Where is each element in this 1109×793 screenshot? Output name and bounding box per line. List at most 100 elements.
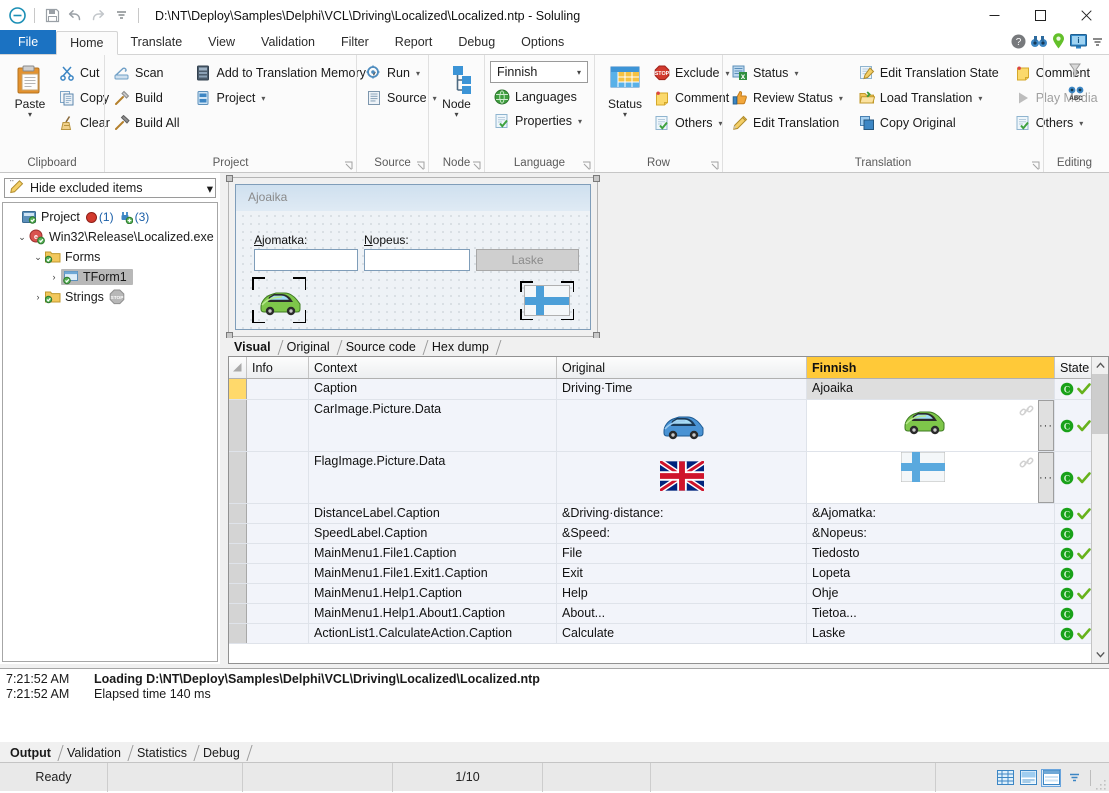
cell-context[interactable]: MainMenu1.File1.Exit1.Caption bbox=[309, 564, 557, 583]
column-header-finnish[interactable]: Finnish bbox=[807, 357, 1055, 378]
minimize-button[interactable] bbox=[971, 0, 1017, 30]
view-options-caret-icon[interactable] bbox=[1064, 769, 1084, 787]
column-header-state[interactable]: State bbox=[1055, 357, 1091, 378]
cell-context[interactable]: FlagImage.Picture.Data bbox=[309, 452, 557, 503]
table-row[interactable]: CarImage.Picture.Data ··· C bbox=[229, 400, 1091, 452]
cell-context[interactable]: DistanceLabel.Caption bbox=[309, 504, 557, 523]
cell-context[interactable]: CarImage.Picture.Data bbox=[309, 400, 557, 451]
speed-label[interactable]: Nopeus: bbox=[364, 233, 409, 247]
cell-context[interactable]: MainMenu1.Help1.Caption bbox=[309, 584, 557, 603]
tree-node-project[interactable]: Project (1) (3) bbox=[5, 207, 215, 227]
table-row[interactable]: DistanceLabel.Caption &Driving·distance:… bbox=[229, 504, 1091, 524]
distance-edit[interactable] bbox=[254, 249, 358, 271]
load-translation-caret-icon[interactable]: ▾ bbox=[978, 94, 982, 103]
cell-original-image[interactable] bbox=[557, 452, 807, 503]
table-row[interactable]: MainMenu1.File1.Exit1.Caption Exit Lopet… bbox=[229, 564, 1091, 584]
languages-button[interactable]: Languages bbox=[490, 85, 583, 109]
cell-original[interactable]: File bbox=[557, 544, 807, 563]
translation-status-caret-icon[interactable]: ▾ bbox=[794, 69, 798, 78]
cell-translation[interactable]: Tietoa... bbox=[807, 604, 1055, 623]
source-dialog-launcher-icon[interactable] bbox=[416, 160, 426, 170]
tab-output[interactable]: Output bbox=[4, 744, 61, 762]
resize-grip-tl[interactable] bbox=[226, 175, 233, 182]
scroll-up-button[interactable] bbox=[1092, 357, 1108, 374]
cell-context[interactable]: SpeedLabel.Caption bbox=[309, 524, 557, 543]
row-selector[interactable] bbox=[229, 544, 247, 563]
cell-info[interactable] bbox=[247, 604, 309, 623]
node-caret-icon[interactable]: ▾ bbox=[454, 111, 458, 119]
translation-dialog-launcher-icon[interactable] bbox=[1031, 160, 1041, 170]
row-selector[interactable] bbox=[229, 624, 247, 643]
ribbon-tab-report[interactable]: Report bbox=[382, 30, 446, 54]
cell-state[interactable]: C bbox=[1055, 400, 1091, 451]
cell-state[interactable]: C bbox=[1055, 584, 1091, 603]
vcl-form[interactable]: Ajoaika Ajomatka: Nopeus: Laske bbox=[235, 184, 591, 330]
help-icon[interactable]: ? bbox=[1011, 34, 1026, 52]
node-dialog-launcher-icon[interactable] bbox=[472, 160, 482, 170]
scroll-track[interactable] bbox=[1092, 434, 1108, 646]
project-caret-icon[interactable]: ▾ bbox=[261, 94, 265, 103]
row-selector[interactable] bbox=[229, 584, 247, 603]
ribbon-tab-validation[interactable]: Validation bbox=[248, 30, 328, 54]
tree-node-tform1[interactable]: › TForm1 bbox=[5, 267, 215, 287]
hide-excluded-items-select[interactable]: Hide excluded items ▾ bbox=[4, 178, 216, 198]
cell-translation-image[interactable]: ··· bbox=[807, 400, 1055, 451]
row-selector[interactable] bbox=[229, 400, 247, 451]
cell-state[interactable]: C bbox=[1055, 624, 1091, 643]
translation-status-button[interactable]: x Status ▾ bbox=[728, 61, 849, 85]
cell-info[interactable] bbox=[247, 524, 309, 543]
grid-vertical-scrollbar[interactable] bbox=[1091, 357, 1108, 663]
cell-info[interactable] bbox=[247, 564, 309, 583]
row-selector-current[interactable] bbox=[229, 379, 247, 399]
maximize-button[interactable] bbox=[1017, 0, 1063, 30]
cell-context[interactable]: Caption bbox=[309, 379, 557, 399]
window-resize-grip[interactable] bbox=[1096, 779, 1106, 790]
cell-translation-image[interactable]: ··· bbox=[807, 452, 1055, 503]
ribbon-tab-file[interactable]: File bbox=[0, 30, 57, 54]
load-translation-button[interactable]: Load Translation ▾ bbox=[855, 86, 1005, 110]
binoculars-icon[interactable] bbox=[1031, 35, 1047, 51]
properties-caret-icon[interactable]: ▾ bbox=[578, 117, 582, 126]
cell-translation[interactable]: Ohje bbox=[807, 584, 1055, 603]
more-caret-icon[interactable] bbox=[1092, 36, 1103, 50]
ribbon-tab-home[interactable]: Home bbox=[56, 31, 118, 55]
table-row[interactable]: FlagImage.Picture.Data ··· C bbox=[229, 452, 1091, 504]
row-selector[interactable] bbox=[229, 564, 247, 583]
cell-state[interactable]: C bbox=[1055, 452, 1091, 503]
tree-expander[interactable]: ⌄ bbox=[15, 232, 29, 243]
review-status-button[interactable]: Review Status ▾ bbox=[728, 86, 849, 110]
close-button[interactable] bbox=[1063, 0, 1109, 30]
grid-view-icon[interactable] bbox=[995, 769, 1015, 787]
cell-info[interactable] bbox=[247, 584, 309, 603]
funnel-icon[interactable] bbox=[1067, 62, 1083, 78]
project-dialog-launcher-icon[interactable] bbox=[344, 160, 354, 170]
ribbon-tab-options[interactable]: Options bbox=[508, 30, 577, 54]
chevron-down-icon[interactable]: ▾ bbox=[207, 181, 213, 196]
tab-validation[interactable]: Validation bbox=[61, 744, 131, 762]
cell-original[interactable]: About... bbox=[557, 604, 807, 623]
paste-caret-icon[interactable]: ▾ bbox=[28, 111, 32, 119]
cell-ellipsis-button[interactable]: ··· bbox=[1038, 400, 1054, 451]
row-selector[interactable] bbox=[229, 504, 247, 523]
calculate-button[interactable]: Laske bbox=[476, 249, 579, 271]
tab-original[interactable]: Original bbox=[281, 339, 340, 356]
copy-original-button[interactable]: Copy Original bbox=[855, 111, 1005, 135]
tab-source-code[interactable]: Source code bbox=[340, 339, 426, 356]
cell-translation[interactable]: Laske bbox=[807, 624, 1055, 643]
tree-expander[interactable]: › bbox=[31, 292, 45, 302]
cell-translation[interactable]: Lopeta bbox=[807, 564, 1055, 583]
location-pin-icon[interactable] bbox=[1052, 33, 1065, 52]
table-row[interactable]: MainMenu1.Help1.Caption Help Ohje C bbox=[229, 584, 1091, 604]
cell-original[interactable]: &Speed: bbox=[557, 524, 807, 543]
ribbon-tab-debug[interactable]: Debug bbox=[445, 30, 508, 54]
cell-context[interactable]: MainMenu1.File1.Caption bbox=[309, 544, 557, 563]
table-row[interactable]: MainMenu1.File1.Caption File Tiedosto C bbox=[229, 544, 1091, 564]
translation-grid[interactable]: Info Context Original Finnish State Capt… bbox=[229, 357, 1091, 663]
language-select[interactable]: Finnish ▾ bbox=[490, 61, 588, 83]
car-image[interactable] bbox=[256, 281, 302, 319]
tree-node-strings[interactable]: › Strings STOP bbox=[5, 287, 215, 307]
tree-node-localized-exe[interactable]: ⌄ e Win32\Release\Localized.exe bbox=[5, 227, 215, 247]
cell-translation[interactable]: Tiedosto bbox=[807, 544, 1055, 563]
edit-translation-state-button[interactable]: Edit Translation State bbox=[855, 61, 1005, 85]
cell-state[interactable]: C bbox=[1055, 524, 1091, 543]
